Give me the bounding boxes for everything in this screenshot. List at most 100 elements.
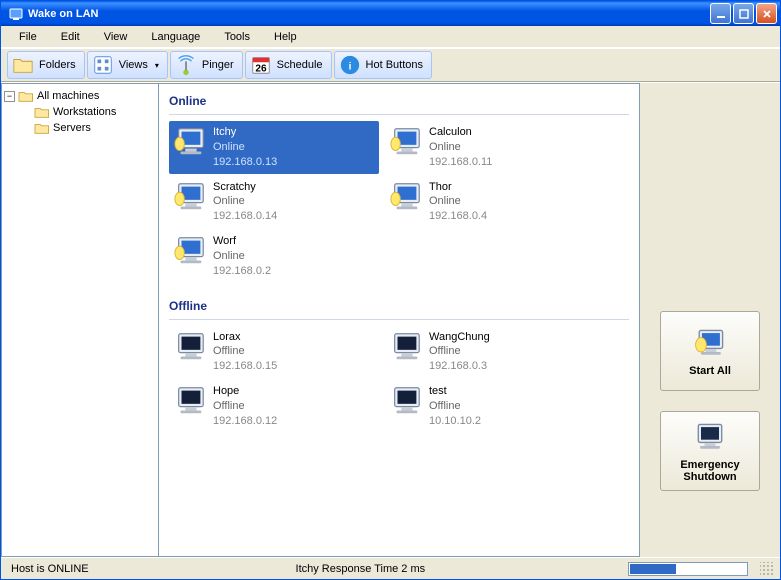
machine-status: Offline (429, 344, 490, 359)
machine-ip: 192.168.0.12 (213, 414, 277, 429)
tree-item-label: Workstations (53, 106, 116, 118)
machine-ip: 192.168.0.13 (213, 155, 277, 170)
side-pane: Start All Emergency Shutdown (640, 83, 780, 557)
machine-info: Calculon Online 192.168.0.11 (429, 125, 492, 170)
machine-name: Lorax (213, 330, 277, 345)
machine-info: Itchy Online 192.168.0.13 (213, 125, 277, 170)
toolbar-schedule-button[interactable]: 26 Schedule (245, 51, 332, 79)
machine-ip: 192.168.0.2 (213, 264, 271, 279)
dropdown-indicator-icon: ▾ (155, 61, 159, 70)
window-controls (710, 3, 777, 24)
machine-status: Offline (429, 399, 481, 414)
window-title-text: Wake on LAN (28, 8, 99, 20)
group-header-online: Online (169, 90, 629, 115)
toolbar-pinger-button[interactable]: Pinger (170, 51, 243, 79)
machine-item[interactable]: WangChung Offline 192.168.0.3 (385, 326, 595, 379)
machine-info: Hope Offline 192.168.0.12 (213, 384, 277, 429)
tree-item-workstations[interactable]: Workstations (4, 104, 156, 120)
resize-grip-icon[interactable] (760, 562, 774, 576)
window-title: Wake on LAN (4, 6, 710, 22)
views-icon (92, 54, 114, 76)
machine-item[interactable]: Calculon Online 192.168.0.11 (385, 121, 595, 174)
machine-item[interactable]: Itchy Online 192.168.0.13 (169, 121, 379, 174)
main-area: − All machines Workstations Servers Onli… (1, 82, 780, 557)
machine-info: Lorax Offline 192.168.0.15 (213, 330, 277, 375)
machine-name: WangChung (429, 330, 490, 345)
svg-text:i: i (348, 62, 351, 73)
toolbar: Folders Views ▾ Pinger 26 Schedule i Hot… (1, 48, 780, 82)
status-response: Itchy Response Time 2 ms (101, 563, 620, 575)
emergency-shutdown-button[interactable]: Emergency Shutdown (660, 411, 760, 491)
start-all-button[interactable]: Start All (660, 311, 760, 391)
monitor-off-icon (692, 419, 728, 455)
menu-file[interactable]: File (9, 28, 47, 46)
toolbar-views-button[interactable]: Views ▾ (87, 51, 168, 79)
machine-info: WangChung Offline 192.168.0.3 (429, 330, 490, 375)
status-host: Host is ONLINE (7, 563, 93, 575)
toolbar-hotbuttons-label: Hot Buttons (366, 59, 423, 71)
machine-name: Worf (213, 234, 271, 249)
folder-icon (12, 54, 34, 76)
start-all-label: Start All (689, 365, 731, 377)
tree-item-servers[interactable]: Servers (4, 120, 156, 136)
toolbar-schedule-label: Schedule (277, 59, 323, 71)
machine-item[interactable]: test Offline 10.10.10.2 (385, 380, 595, 433)
pinger-icon (175, 54, 197, 76)
machine-item[interactable]: Hope Offline 192.168.0.12 (169, 380, 379, 433)
progress-fill (630, 564, 676, 574)
machine-ip: 192.168.0.11 (429, 155, 492, 170)
machine-ip: 192.168.0.14 (213, 209, 277, 224)
tree-root-label: All machines (37, 90, 99, 102)
machine-name: Itchy (213, 125, 277, 140)
machine-status: Offline (213, 344, 277, 359)
menu-view[interactable]: View (94, 28, 138, 46)
machine-name: Hope (213, 384, 277, 399)
machine-name: test (429, 384, 481, 399)
tree-pane[interactable]: − All machines Workstations Servers (1, 83, 159, 557)
maximize-button[interactable] (733, 3, 754, 24)
machine-ip: 192.168.0.15 (213, 359, 277, 374)
menubar: File Edit View Language Tools Help (1, 26, 780, 48)
list-pane[interactable]: Online Itchy Online 192.168.0.13 Calculo… (159, 83, 640, 557)
machine-ip: 192.168.0.4 (429, 209, 487, 224)
toolbar-hotbuttons-button[interactable]: i Hot Buttons (334, 51, 432, 79)
close-button[interactable] (756, 3, 777, 24)
machine-status: Online (429, 194, 487, 209)
toolbar-pinger-label: Pinger (202, 59, 234, 71)
tree-item-label: Servers (53, 122, 91, 134)
machine-item[interactable]: Thor Online 192.168.0.4 (385, 176, 595, 229)
machine-status: Online (213, 249, 271, 264)
toolbar-folders-label: Folders (39, 59, 76, 71)
folder-open-icon (18, 89, 34, 103)
titlebar: Wake on LAN (1, 1, 780, 26)
toolbar-views-label: Views (119, 59, 148, 71)
expander-icon[interactable]: − (4, 91, 15, 102)
tree-root-item[interactable]: − All machines (4, 88, 156, 104)
info-icon: i (339, 54, 361, 76)
menu-edit[interactable]: Edit (51, 28, 90, 46)
status-progress (628, 562, 748, 576)
menu-language[interactable]: Language (141, 28, 210, 46)
emergency-shutdown-label: Emergency Shutdown (665, 459, 755, 483)
machine-item[interactable]: Lorax Offline 192.168.0.15 (169, 326, 379, 379)
machine-status: Online (429, 140, 492, 155)
machine-item[interactable]: Scratchy Online 192.168.0.14 (169, 176, 379, 229)
machine-item[interactable]: Worf Online 192.168.0.2 (169, 230, 379, 283)
machine-name: Scratchy (213, 180, 277, 195)
monitor-bulb-icon (692, 325, 728, 361)
toolbar-folders-button[interactable]: Folders (7, 51, 85, 79)
minimize-button[interactable] (710, 3, 731, 24)
menu-tools[interactable]: Tools (214, 28, 260, 46)
machine-name: Calculon (429, 125, 492, 140)
app-icon (8, 6, 24, 22)
svg-text:26: 26 (255, 63, 267, 74)
machine-info: Worf Online 192.168.0.2 (213, 234, 271, 279)
machine-info: test Offline 10.10.10.2 (429, 384, 481, 429)
statusbar: Host is ONLINE Itchy Response Time 2 ms (1, 557, 780, 579)
machine-status: Online (213, 140, 277, 155)
machine-status: Offline (213, 399, 277, 414)
machine-ip: 192.168.0.3 (429, 359, 490, 374)
machine-status: Online (213, 194, 277, 209)
menu-help[interactable]: Help (264, 28, 307, 46)
machine-info: Scratchy Online 192.168.0.14 (213, 180, 277, 225)
